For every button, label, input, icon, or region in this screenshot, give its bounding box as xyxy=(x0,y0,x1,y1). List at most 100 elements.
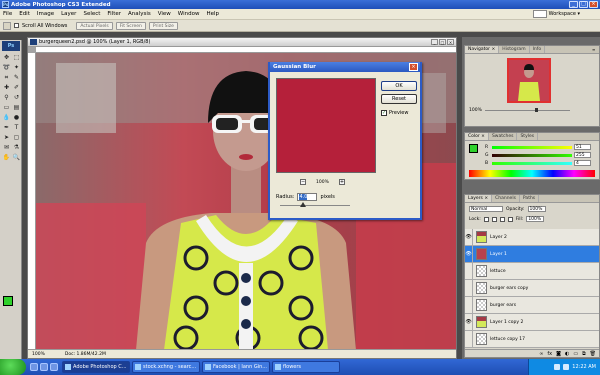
menu-filter[interactable]: Filter xyxy=(107,11,121,17)
print-size-button[interactable]: Print Size xyxy=(148,21,178,30)
green-slider[interactable] xyxy=(492,153,572,157)
menu-window[interactable]: Window xyxy=(178,11,200,17)
blend-mode-select[interactable]: Normal xyxy=(469,206,503,212)
layer-row[interactable]: 👁 Layer 1 xyxy=(465,245,599,263)
layer-row[interactable]: lettuce copy 17 xyxy=(465,330,599,348)
tab-info[interactable]: Info xyxy=(530,46,546,53)
volume-icon[interactable] xyxy=(563,364,570,370)
radius-input[interactable]: 4.0 xyxy=(297,193,318,201)
navigator-zoom-value[interactable]: 100% xyxy=(469,108,482,113)
scroll-all-windows-checkbox[interactable] xyxy=(14,23,19,28)
ok-button[interactable]: OK xyxy=(381,81,417,91)
document-close-button[interactable]: × xyxy=(447,39,454,45)
tab-channels[interactable]: Channels xyxy=(492,195,520,202)
lock-image-icon[interactable] xyxy=(491,216,497,222)
workspace-switcher[interactable]: Workspace ▾ xyxy=(532,10,580,18)
eyedropper-tool-icon[interactable]: ⚗ xyxy=(12,143,21,152)
red-slider[interactable] xyxy=(492,145,572,149)
menu-layer[interactable]: Layer xyxy=(61,11,76,17)
menu-image[interactable]: Image xyxy=(37,11,54,17)
crop-tool-icon[interactable]: ⌗ xyxy=(2,73,11,82)
taskbar-stockxchng-button[interactable]: stock.xchng - searc... xyxy=(132,361,200,373)
lock-all-icon[interactable] xyxy=(507,216,513,222)
blur-preview-pane[interactable] xyxy=(276,78,376,173)
radius-slider-knob[interactable] xyxy=(300,202,306,207)
clone-stamp-tool-icon[interactable]: ⚲ xyxy=(2,93,11,102)
visibility-eye-icon[interactable] xyxy=(465,330,473,348)
tab-layers[interactable]: Layers × xyxy=(465,195,493,202)
menu-select[interactable]: Select xyxy=(83,11,100,17)
shape-tool-icon[interactable]: ▢ xyxy=(12,133,21,142)
history-brush-tool-icon[interactable]: ↺ xyxy=(12,93,21,102)
preview-toggle[interactable]: ✓ Preview xyxy=(381,110,408,116)
hand-tool-preset-icon[interactable] xyxy=(3,21,11,30)
color-panel-foreground-swatch[interactable] xyxy=(469,144,478,153)
zoom-tool-icon[interactable]: 🔍 xyxy=(12,153,21,162)
tab-swatches[interactable]: Swatches xyxy=(489,133,518,140)
new-group-icon[interactable]: ▭ xyxy=(573,351,578,357)
visibility-eye-icon[interactable]: 👁 xyxy=(465,245,473,263)
taskbar-flowers-button[interactable]: flowers xyxy=(272,361,340,373)
gradient-tool-icon[interactable]: ▤ xyxy=(12,103,21,112)
document-minimize-button[interactable]: _ xyxy=(431,39,438,45)
layer-row[interactable]: burger ears xyxy=(465,296,599,314)
tab-color[interactable]: Color × xyxy=(465,133,489,140)
color-spectrum-bar[interactable] xyxy=(469,170,595,177)
brush-tool-icon[interactable]: ✐ xyxy=(12,83,21,92)
taskbar-photoshop-button[interactable]: Adobe Photoshop C... xyxy=(62,361,130,373)
eraser-tool-icon[interactable]: ▭ xyxy=(2,103,11,112)
zoom-out-button[interactable]: − xyxy=(300,179,306,185)
opacity-input[interactable]: 100% xyxy=(527,206,546,212)
dodge-tool-icon[interactable]: ● xyxy=(12,113,21,122)
blur-tool-icon[interactable]: 💧 xyxy=(2,113,11,122)
network-icon[interactable] xyxy=(554,364,561,370)
menu-edit[interactable]: Edit xyxy=(19,11,30,17)
maximize-button[interactable]: □ xyxy=(579,1,588,8)
tab-styles[interactable]: Styles xyxy=(517,133,539,140)
reset-button[interactable]: Reset xyxy=(381,94,417,104)
radius-slider[interactable] xyxy=(280,202,350,207)
quick-launch-desktop-icon[interactable] xyxy=(40,363,48,371)
preview-checkbox[interactable]: ✓ xyxy=(381,110,387,116)
tab-histogram[interactable]: Histogram xyxy=(499,46,530,53)
hand-tool-icon[interactable]: ✋ xyxy=(2,153,11,162)
actual-pixels-button[interactable]: Actual Pixels xyxy=(76,21,113,30)
document-maximize-button[interactable]: □ xyxy=(439,39,446,45)
close-button[interactable]: × xyxy=(589,1,598,8)
visibility-eye-icon[interactable]: 👁 xyxy=(465,228,473,246)
visibility-eye-icon[interactable] xyxy=(465,296,473,314)
type-tool-icon[interactable]: T xyxy=(12,123,21,132)
blue-slider[interactable] xyxy=(492,161,572,165)
adjustment-layer-icon[interactable]: ◐ xyxy=(565,351,569,357)
green-value[interactable]: 255 xyxy=(574,152,591,158)
notes-tool-icon[interactable]: ✉ xyxy=(2,143,11,152)
layer-style-icon[interactable]: fx xyxy=(547,351,552,357)
document-size[interactable]: Doc: 1.86M/42.2M xyxy=(65,352,106,357)
panel-menu-icon[interactable]: ≡ xyxy=(592,47,597,52)
slice-tool-icon[interactable]: ✎ xyxy=(12,73,21,82)
fill-input[interactable]: 100% xyxy=(526,216,545,222)
layer-row[interactable]: 👁 Layer 1 copy 2 xyxy=(465,313,599,331)
visibility-eye-icon[interactable]: 👁 xyxy=(465,313,473,331)
document-zoom[interactable]: 100% xyxy=(32,352,45,357)
magic-wand-tool-icon[interactable]: ✦ xyxy=(12,63,21,72)
path-selection-tool-icon[interactable]: ➤ xyxy=(2,133,11,142)
layer-mask-icon[interactable]: ◙ xyxy=(556,351,561,357)
zoom-in-button[interactable]: + xyxy=(338,179,345,185)
move-tool-icon[interactable]: ✥ xyxy=(2,53,11,62)
visibility-eye-icon[interactable] xyxy=(465,262,473,280)
pen-tool-icon[interactable]: ✒ xyxy=(2,123,11,132)
taskbar-facebook-button[interactable]: Facebook | Iann Gin... xyxy=(202,361,270,373)
tab-paths[interactable]: Paths xyxy=(520,195,540,202)
lasso-tool-icon[interactable]: ➰ xyxy=(2,63,11,72)
marquee-tool-icon[interactable]: ⬚ xyxy=(12,53,21,62)
red-value[interactable]: 51 xyxy=(574,144,591,150)
menu-file[interactable]: File xyxy=(3,11,12,17)
healing-brush-tool-icon[interactable]: ✚ xyxy=(2,83,11,92)
navigator-zoom-slider[interactable] xyxy=(484,108,570,112)
lock-transparency-icon[interactable] xyxy=(483,216,489,222)
minimize-button[interactable]: _ xyxy=(569,1,578,8)
start-button[interactable] xyxy=(0,359,26,375)
layer-row[interactable]: 👁 Layer 2 xyxy=(465,228,599,246)
menu-help[interactable]: Help xyxy=(206,11,219,17)
